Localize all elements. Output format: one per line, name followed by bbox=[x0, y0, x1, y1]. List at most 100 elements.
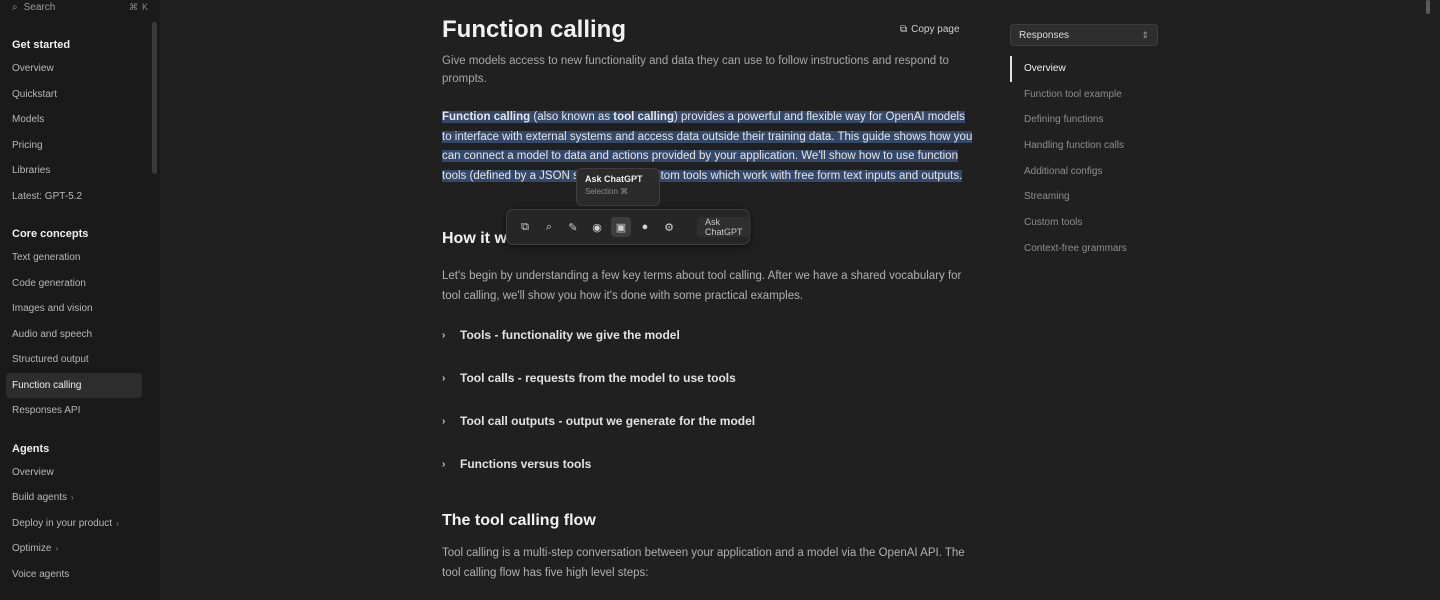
text-fragment: (also known as bbox=[530, 111, 614, 123]
sidebar-item-label: Models bbox=[12, 114, 45, 125]
sidebar-item-label: Structured output bbox=[12, 354, 89, 365]
copy-icon: ⧉ bbox=[521, 220, 529, 233]
sidebar-item[interactable]: Images and vision bbox=[0, 296, 160, 322]
sidebar-item[interactable]: Optimize › bbox=[0, 536, 160, 562]
sidebar-item-label: Latest: GPT-5.2 bbox=[12, 190, 83, 202]
highlight-icon: ▣ bbox=[615, 221, 627, 234]
sidebar: ⌕ Search ⌘ K Get started Overview Quicksta… bbox=[0, 0, 160, 600]
sidebar-item[interactable]: Latest: GPT-5.2 bbox=[0, 184, 160, 210]
toc-item[interactable]: Additional configs bbox=[1010, 159, 1127, 185]
bookmark-icon: ● bbox=[641, 221, 649, 233]
sidebar-item[interactable]: Pricing bbox=[0, 133, 160, 159]
copy-page-button[interactable]: ⧉ Copy page bbox=[900, 24, 960, 35]
sidebar-item[interactable]: Text generation bbox=[0, 245, 160, 271]
eye-icon: ◉ bbox=[592, 221, 602, 234]
toc-item[interactable]: Function tool example bbox=[1010, 82, 1127, 108]
sidebar-item-label: Function calling bbox=[12, 379, 82, 391]
sidebar-search[interactable]: ⌕ Search ⌘ K bbox=[0, 0, 160, 14]
main-content: Function calling ⧉ Copy page Give models… bbox=[160, 0, 1440, 600]
toolbar-buttons: ⧉ ⌕ ✎ ◉ ▣ ● ⚙ bbox=[515, 217, 679, 237]
shortcut-key: ⌘ bbox=[128, 1, 138, 12]
chevron-updown-icon: ⇕ bbox=[1141, 29, 1149, 40]
sidebar-item-label: Code generation bbox=[12, 277, 86, 289]
sidebar-item[interactable]: Audio and speech bbox=[0, 322, 160, 348]
toc-item[interactable]: Context-free grammars bbox=[1010, 236, 1127, 262]
tool-calling-flow-text: Tool calling is a multi-step conversatio… bbox=[442, 547, 965, 579]
sidebar-item[interactable]: Libraries bbox=[0, 158, 160, 184]
chevron-right-icon: › bbox=[71, 493, 74, 502]
intro-text: Give models access to new functionality … bbox=[442, 55, 949, 85]
sidebar-item-label: Quickstart bbox=[12, 88, 58, 100]
selection-toolbar: ⧉ ⌕ ✎ ◉ ▣ ● ⚙ Ask ChatGPT bbox=[506, 209, 751, 245]
sidebar-item[interactable]: Responses API bbox=[0, 398, 160, 424]
page-title: Function calling bbox=[442, 16, 626, 43]
ask-chatgpt-tooltip: Ask ChatGPT Selection ⌘ bbox=[576, 168, 660, 206]
chevron-right-icon: › bbox=[442, 415, 446, 427]
sidebar-item-label: Optimize bbox=[12, 543, 52, 554]
sidebar-item[interactable]: Quickstart bbox=[0, 82, 160, 108]
sidebar-item[interactable]: Structured output bbox=[0, 347, 160, 373]
toc-item[interactable]: Overview bbox=[1010, 56, 1127, 82]
copy-button[interactable]: ⧉ bbox=[515, 217, 535, 237]
sidebar-section-title: Get started bbox=[12, 39, 71, 51]
sidebar-item[interactable]: Models bbox=[0, 107, 160, 133]
sidebar-item[interactable]: Code generation bbox=[0, 271, 160, 297]
settings-button[interactable]: ⚙ bbox=[659, 217, 679, 237]
collapsible-bullet[interactable]: › Tool calls - requests from the model to… bbox=[442, 371, 736, 385]
bullet-label: Tools - functionality we give the model bbox=[460, 328, 680, 342]
sidebar-item-label: Overview bbox=[12, 63, 54, 74]
bold-term: tool calling bbox=[613, 111, 674, 123]
collapsible-bullet[interactable]: › Tools - functionality we give the model bbox=[442, 328, 680, 342]
collapsible-bullet[interactable]: › Tool call outputs - output we generate … bbox=[442, 414, 755, 428]
sidebar-item-label: Text generation bbox=[12, 252, 81, 263]
sidebar-item-label: Audio and speech bbox=[12, 328, 93, 340]
toc-item[interactable]: Streaming bbox=[1010, 184, 1127, 210]
ask-chatgpt-button[interactable]: Ask ChatGPT bbox=[697, 217, 751, 237]
search-button[interactable]: ⌕ bbox=[539, 217, 559, 237]
sidebar-item[interactable]: Overview bbox=[0, 460, 160, 486]
chevron-right-icon: › bbox=[116, 518, 119, 528]
search-icon: ⌕ bbox=[545, 220, 553, 233]
sidebar-item-label: Pricing bbox=[12, 139, 43, 151]
sidebar-item[interactable]: Deploy in your product › bbox=[0, 511, 160, 537]
sidebar-item[interactable]: Overview bbox=[0, 56, 160, 82]
eye-button[interactable]: ◉ bbox=[587, 217, 607, 237]
toc-list: Overview Function tool example Defining fu… bbox=[1008, 56, 1127, 262]
api-select-value: Responses bbox=[1019, 29, 1070, 41]
bold-term: Function calling bbox=[442, 111, 531, 123]
selection-highlight: Function calling (also known as tool cal… bbox=[442, 111, 973, 182]
toc-item[interactable]: Custom tools bbox=[1010, 210, 1127, 236]
api-select[interactable]: Responses ⇕ bbox=[1010, 24, 1158, 46]
chevron-right-icon: › bbox=[442, 458, 446, 470]
copy-icon: ⧉ bbox=[900, 24, 908, 35]
bullet-label: Functions versus tools bbox=[460, 457, 592, 471]
settings-icon: ⚙ bbox=[664, 221, 674, 234]
page-scrollbar[interactable] bbox=[1426, 0, 1430, 14]
sidebar-item-label: Responses API bbox=[12, 405, 81, 416]
sidebar-item-label: Images and vision bbox=[12, 303, 93, 314]
collapsible-bullet[interactable]: › Functions versus tools bbox=[442, 457, 591, 471]
tooltip-subtitle: Selection ⌘ bbox=[585, 187, 629, 196]
chevron-right-icon: › bbox=[55, 544, 59, 553]
pencil-button[interactable]: ✎ bbox=[563, 217, 583, 237]
search-icon: ⌕ bbox=[12, 1, 18, 13]
sidebar-section-title: Agents bbox=[12, 442, 50, 455]
search-label: Search bbox=[23, 1, 56, 13]
toc-item[interactable]: Defining functions bbox=[1010, 107, 1127, 133]
bookmark-button[interactable]: ● bbox=[635, 217, 655, 237]
toc-item[interactable]: Handling function calls bbox=[1010, 133, 1127, 159]
section-heading-tool-calling-flow: The tool calling flow bbox=[442, 512, 596, 529]
sidebar-item-label: Deploy in your product bbox=[12, 517, 113, 529]
tooltip-title: Ask ChatGPT bbox=[585, 174, 643, 184]
sidebar-item[interactable]: Function calling bbox=[6, 372, 142, 398]
sidebar-item-label: Build agents bbox=[12, 492, 68, 503]
sidebar-item[interactable]: Voice agents bbox=[0, 562, 160, 588]
sidebar-scrollbar[interactable] bbox=[152, 22, 157, 174]
bullet-label: Tool call outputs - output we generate f… bbox=[460, 414, 756, 428]
highlight-button[interactable]: ▣ bbox=[611, 217, 631, 237]
sidebar-item-label: Voice agents bbox=[12, 568, 70, 580]
how-it-works-text: Let's begin by understanding a few key t… bbox=[442, 270, 962, 302]
pencil-icon: ✎ bbox=[568, 221, 578, 234]
sidebar-item[interactable]: Build agents › bbox=[0, 485, 160, 511]
sidebar-section-title: Core concepts bbox=[12, 228, 89, 240]
